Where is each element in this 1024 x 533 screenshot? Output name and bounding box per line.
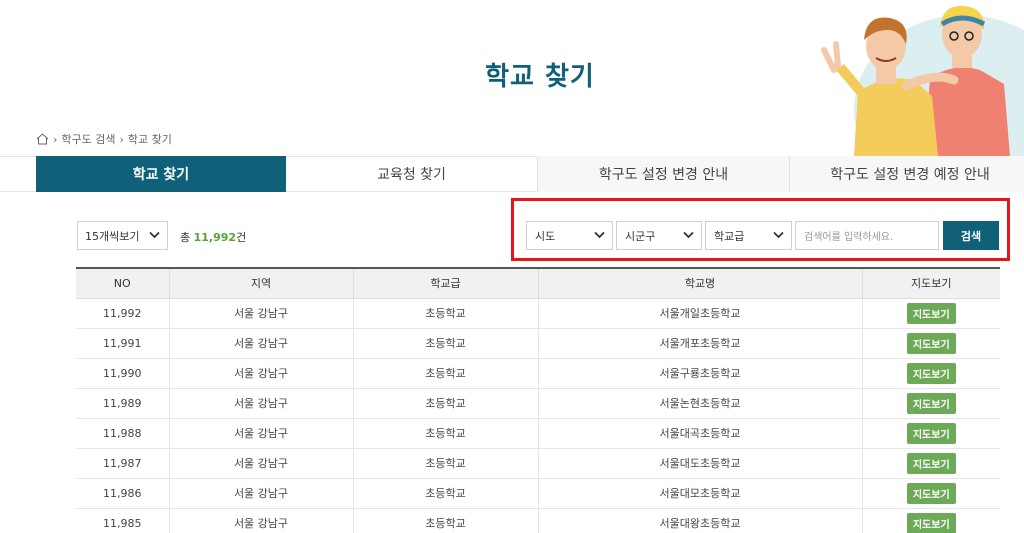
tab-bar: 학교 찾기 교육청 찾기 학구도 설정 변경 안내 학구도 설정 변경 예정 안… bbox=[0, 156, 1024, 192]
cell-name: 서울개일초등학교 bbox=[538, 298, 863, 329]
table-row: 11,986 서울 강남구 초등학교 서울대모초등학교 지도보기 bbox=[76, 478, 1000, 509]
sigungu-select-value: 시군구 bbox=[625, 229, 656, 243]
cell-map: 지도보기 bbox=[862, 448, 1000, 479]
map-view-button[interactable]: 지도보기 bbox=[906, 302, 956, 324]
per-page-select[interactable]: 15개씩보기 bbox=[77, 221, 168, 250]
tab-zone-change-notice[interactable]: 학구도 설정 변경 안내 bbox=[538, 156, 790, 192]
table-header-row: NO 지역 학교급 학교명 지도보기 bbox=[76, 267, 1000, 299]
cell-name: 서울대모초등학교 bbox=[538, 478, 863, 509]
table-row: 11,990 서울 강남구 초등학교 서울구룡초등학교 지도보기 bbox=[76, 358, 1000, 389]
table-row: 11,985 서울 강남구 초등학교 서울대왕초등학교 지도보기 bbox=[76, 508, 1000, 533]
cell-level: 초등학교 bbox=[353, 478, 539, 509]
map-view-button[interactable]: 지도보기 bbox=[906, 452, 956, 474]
hero-illustration bbox=[814, 0, 1024, 156]
cell-name: 서울논현초등학교 bbox=[538, 388, 863, 419]
cell-no: 11,988 bbox=[76, 418, 170, 449]
tab-school-search[interactable]: 학교 찾기 bbox=[36, 156, 286, 192]
map-view-button[interactable]: 지도보기 bbox=[906, 332, 956, 354]
cell-map: 지도보기 bbox=[862, 358, 1000, 389]
tab-zone-change-planned-notice[interactable]: 학구도 설정 변경 예정 안내 bbox=[790, 156, 1024, 192]
cell-level: 초등학교 bbox=[353, 358, 539, 389]
cell-map: 지도보기 bbox=[862, 508, 1000, 533]
total-count-value: 11,992 bbox=[193, 231, 237, 244]
chevron-down-icon bbox=[683, 231, 694, 239]
cell-map: 지도보기 bbox=[862, 328, 1000, 359]
header-school-level: 학교급 bbox=[353, 267, 539, 299]
cell-region: 서울 강남구 bbox=[169, 388, 354, 419]
home-icon[interactable] bbox=[36, 133, 49, 145]
total-suffix: 건 bbox=[236, 231, 247, 244]
cell-region: 서울 강남구 bbox=[169, 328, 354, 359]
breadcrumb-item-current: 학교 찾기 bbox=[127, 133, 172, 146]
chevron-down-icon bbox=[149, 231, 160, 239]
table-row: 11,989 서울 강남구 초등학교 서울논현초등학교 지도보기 bbox=[76, 388, 1000, 419]
map-view-button[interactable]: 지도보기 bbox=[906, 362, 956, 384]
header-region: 지역 bbox=[169, 267, 354, 299]
header-no: NO bbox=[76, 267, 170, 299]
chevron-down-icon bbox=[773, 231, 784, 239]
per-page-value: 15개씩보기 bbox=[85, 229, 140, 243]
cell-level: 초등학교 bbox=[353, 448, 539, 479]
table-row: 11,988 서울 강남구 초등학교 서울대곡초등학교 지도보기 bbox=[76, 418, 1000, 449]
map-view-button[interactable]: 지도보기 bbox=[906, 482, 956, 504]
cell-name: 서울대곡초등학교 bbox=[538, 418, 863, 449]
header-school-name: 학교명 bbox=[538, 267, 863, 299]
breadcrumb-item-search[interactable]: 학구도 검색 bbox=[61, 131, 115, 147]
cell-map: 지도보기 bbox=[862, 418, 1000, 449]
cell-no: 11,990 bbox=[76, 358, 170, 389]
cell-region: 서울 강남구 bbox=[169, 358, 354, 389]
map-view-button[interactable]: 지도보기 bbox=[906, 392, 956, 414]
cell-level: 초등학교 bbox=[353, 328, 539, 359]
cell-level: 초등학교 bbox=[353, 418, 539, 449]
table-row: 11,991 서울 강남구 초등학교 서울개포초등학교 지도보기 bbox=[76, 328, 1000, 359]
table-row: 11,992 서울 강남구 초등학교 서울개일초등학교 지도보기 bbox=[76, 298, 1000, 329]
cell-map: 지도보기 bbox=[862, 388, 1000, 419]
cell-level: 초등학교 bbox=[353, 388, 539, 419]
cell-level: 초등학교 bbox=[353, 508, 539, 533]
cell-no: 11,987 bbox=[76, 448, 170, 479]
map-view-button[interactable]: 지도보기 bbox=[906, 422, 956, 444]
cell-no: 11,991 bbox=[76, 328, 170, 359]
search-input-placeholder: 검색어를 입력하세요. bbox=[804, 232, 894, 243]
header-map: 지도보기 bbox=[862, 267, 1000, 299]
cell-region: 서울 강남구 bbox=[169, 508, 354, 533]
cell-name: 서울대왕초등학교 bbox=[538, 508, 863, 533]
breadcrumb: › 학구도 검색 › 학교 찾기 bbox=[36, 131, 172, 147]
cell-level: 초등학교 bbox=[353, 298, 539, 329]
total-prefix: 총 bbox=[180, 231, 191, 244]
search-input[interactable]: 검색어를 입력하세요. bbox=[795, 221, 939, 250]
sido-select[interactable]: 시도 bbox=[526, 221, 613, 250]
cell-region: 서울 강남구 bbox=[169, 418, 354, 449]
table-row: 11,987 서울 강남구 초등학교 서울대도초등학교 지도보기 bbox=[76, 448, 1000, 479]
cell-no: 11,989 bbox=[76, 388, 170, 419]
cell-no: 11,985 bbox=[76, 508, 170, 533]
search-button[interactable]: 검색 bbox=[943, 221, 999, 250]
school-level-select-value: 학교급 bbox=[714, 229, 745, 243]
breadcrumb-separator: › bbox=[53, 132, 58, 146]
cell-name: 서울구룡초등학교 bbox=[538, 358, 863, 389]
school-table: NO 지역 학교급 학교명 지도보기 11,992 서울 강남구 초등학교 서울… bbox=[76, 267, 1000, 533]
cell-no: 11,986 bbox=[76, 478, 170, 509]
cell-name: 서울대도초등학교 bbox=[538, 448, 863, 479]
cell-map: 지도보기 bbox=[862, 298, 1000, 329]
cell-region: 서울 강남구 bbox=[169, 478, 354, 509]
cell-region: 서울 강남구 bbox=[169, 298, 354, 329]
chevron-down-icon bbox=[594, 231, 605, 239]
cell-no: 11,992 bbox=[76, 298, 170, 329]
cell-map: 지도보기 bbox=[862, 478, 1000, 509]
sigungu-select[interactable]: 시군구 bbox=[616, 221, 702, 250]
map-view-button[interactable]: 지도보기 bbox=[906, 512, 956, 533]
cell-region: 서울 강남구 bbox=[169, 448, 354, 479]
breadcrumb-separator: › bbox=[119, 132, 124, 146]
sido-select-value: 시도 bbox=[535, 229, 556, 243]
school-level-select[interactable]: 학교급 bbox=[705, 221, 792, 250]
tab-office-search[interactable]: 교육청 찾기 bbox=[286, 156, 538, 192]
cell-name: 서울개포초등학교 bbox=[538, 328, 863, 359]
total-count: 총 11,992건 bbox=[180, 229, 246, 245]
